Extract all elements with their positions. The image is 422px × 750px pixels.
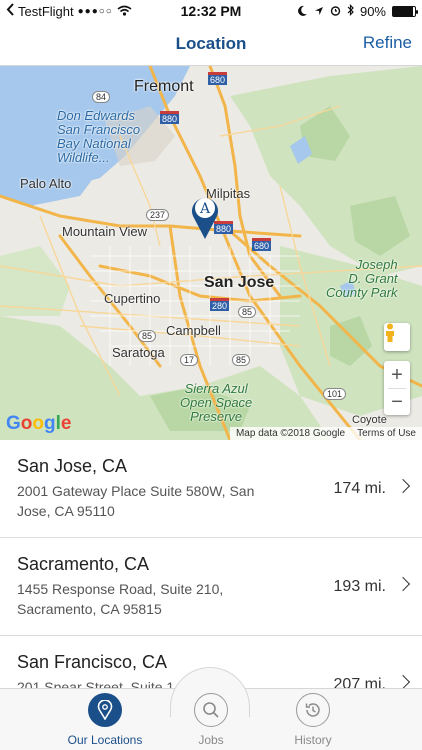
highway-shield: 85 bbox=[238, 306, 257, 318]
tab-jobs[interactable]: Jobs bbox=[161, 693, 261, 747]
location-distance: 174 mi. bbox=[333, 480, 386, 497]
location-row[interactable]: Sacramento, CA 1455 Response Road, Suite… bbox=[0, 538, 422, 636]
tab-label: Our Locations bbox=[67, 733, 143, 747]
map-city-label: Mountain View bbox=[62, 224, 148, 239]
alarm-icon bbox=[330, 4, 341, 19]
location-distance: 193 mi. bbox=[333, 578, 386, 595]
location-name: San Jose, CA bbox=[17, 456, 128, 476]
location-pin-icon bbox=[88, 693, 122, 727]
map-city-label: Cupertino bbox=[104, 291, 161, 306]
map-data-credit: Map data ©2018 Google bbox=[235, 428, 346, 439]
highway-shield: 880 bbox=[160, 111, 180, 124]
wifi-icon bbox=[117, 4, 132, 19]
tab-bar: Our Locations Jobs History bbox=[0, 667, 422, 750]
map-view[interactable]: Fremont Milpitas Palo Alto Mountain View… bbox=[0, 66, 422, 440]
location-name: Sacramento, CA bbox=[17, 554, 150, 574]
carrier-label: TestFlight bbox=[18, 3, 74, 19]
terms-of-use-link[interactable]: Terms of Use bbox=[357, 428, 416, 439]
highway-shield: 280 bbox=[210, 298, 230, 311]
map-attribution: Map data ©2018 Google Terms of Use bbox=[229, 427, 422, 440]
location-distance: 207 mi. bbox=[333, 676, 386, 688]
map-city-label: Palo Alto bbox=[20, 176, 72, 191]
zoom-in-button[interactable]: + bbox=[384, 362, 410, 388]
highway-shield: 680 bbox=[208, 72, 228, 85]
map-city-label: Coyote bbox=[352, 414, 387, 426]
search-icon bbox=[194, 693, 228, 727]
tab-history[interactable]: History bbox=[263, 693, 363, 747]
highway-shield: 101 bbox=[323, 388, 347, 400]
zoom-out-button[interactable]: − bbox=[384, 389, 410, 415]
location-address: 1455 Response Road, Suite 210, Sacrament… bbox=[17, 581, 224, 617]
map-park-label: Don Edwards San Francisco Bay National Wild… bbox=[57, 108, 141, 165]
highway-shield: 680 bbox=[252, 238, 272, 251]
highway-shield: 237 bbox=[146, 209, 170, 221]
status-bar: TestFlight ●●●○○ 12:32 PM 90% bbox=[0, 0, 422, 22]
zoom-controls: + − bbox=[384, 361, 410, 415]
highway-shield: 84 bbox=[92, 91, 111, 103]
location-marker[interactable]: A bbox=[190, 194, 220, 240]
map-city-label: San Jose bbox=[204, 274, 275, 291]
highway-shield: 85 bbox=[232, 354, 251, 366]
google-logo: Google bbox=[6, 413, 72, 434]
battery-icon bbox=[392, 5, 418, 17]
marker-label: A bbox=[199, 201, 211, 217]
street-view-pegman-icon[interactable] bbox=[384, 323, 410, 351]
bluetooth-icon bbox=[347, 3, 354, 19]
tab-label: Jobs bbox=[198, 733, 224, 747]
highway-shield: 85 bbox=[138, 330, 157, 342]
map-city-label: Campbell bbox=[166, 323, 221, 338]
location-address: 2001 Gateway Place Suite 580W, San Jose,… bbox=[17, 483, 255, 519]
tab-label: History bbox=[294, 733, 332, 747]
chevron-right-icon bbox=[395, 478, 411, 494]
tab-our-locations[interactable]: Our Locations bbox=[55, 693, 155, 747]
chevron-right-icon bbox=[395, 674, 411, 688]
map-city-label: Saratoga bbox=[112, 345, 165, 360]
map-park-label: Sierra Azul Open Space Preserve bbox=[180, 381, 253, 424]
map-park-label: Joseph D. Grant County Park bbox=[326, 257, 398, 300]
back-arrow-icon[interactable] bbox=[6, 3, 14, 19]
location-arrow-icon bbox=[314, 4, 324, 19]
location-list: San Jose, CA 2001 Gateway Place Suite 58… bbox=[0, 440, 422, 688]
chevron-right-icon bbox=[395, 576, 411, 592]
history-icon bbox=[296, 693, 330, 727]
navigation-bar: Location Refine bbox=[0, 22, 422, 66]
highway-shield: 17 bbox=[180, 354, 199, 366]
page-title: Location bbox=[175, 33, 247, 53]
location-row[interactable]: San Jose, CA 2001 Gateway Place Suite 58… bbox=[0, 440, 422, 538]
refine-button[interactable]: Refine bbox=[363, 33, 412, 53]
signal-dots-icon: ●●●○○ bbox=[77, 5, 113, 17]
battery-percent: 90% bbox=[359, 3, 386, 19]
moon-icon bbox=[298, 4, 308, 19]
map-city-label: Fremont bbox=[134, 78, 194, 95]
